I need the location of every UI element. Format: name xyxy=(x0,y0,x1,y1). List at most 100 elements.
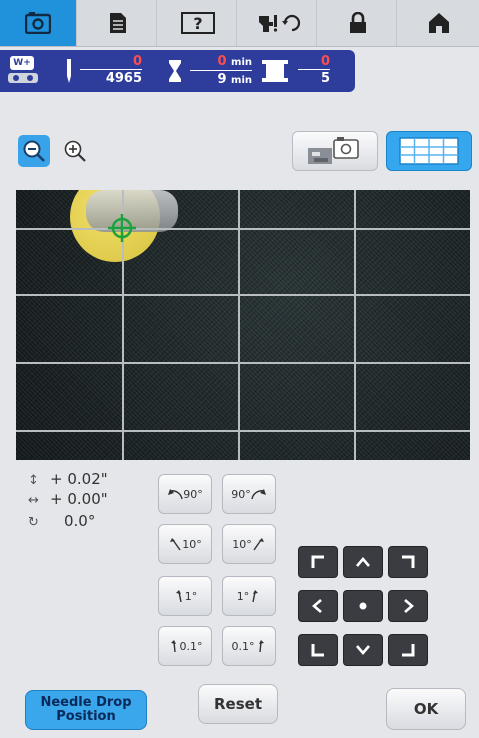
ok-button[interactable]: OK xyxy=(386,688,466,730)
rotate-cw-10-label: 10° xyxy=(232,537,252,551)
rotate-ccw-01-button[interactable]: 0.1° xyxy=(158,626,212,666)
thread-spool-icon xyxy=(262,60,288,82)
horizontal-arrows-icon: ↔ xyxy=(28,493,39,508)
corner-up-left-icon xyxy=(311,555,324,568)
camera-view[interactable] xyxy=(16,190,470,460)
camera-icon xyxy=(25,12,51,34)
chevron-right-icon xyxy=(404,599,414,613)
needle-crosshair-icon xyxy=(108,214,136,242)
needle-drop-label-line1: Needle Drop xyxy=(40,695,132,710)
grid-line xyxy=(16,228,470,230)
help-icon-label: ? xyxy=(193,13,203,33)
unit-badge-label: W+ xyxy=(10,56,34,70)
vertical-arrows-icon: ↕ xyxy=(28,473,39,488)
rotate-ccw-90-label: 90° xyxy=(183,487,203,501)
rotate-cw-icon xyxy=(253,538,264,551)
rotate-ccw-1-label: 1° xyxy=(184,589,198,603)
move-left-button[interactable] xyxy=(298,590,338,622)
rotate-cw-90-button[interactable]: 90° xyxy=(222,474,276,514)
rotation-value: 0.0° xyxy=(64,512,96,530)
grid-line xyxy=(16,294,470,296)
move-center-button[interactable] xyxy=(343,590,383,622)
status-bar: W+ 0 4965 0 min 9 min 0 5 xyxy=(0,50,355,92)
zoom-in-button[interactable] xyxy=(59,135,91,167)
grid-line xyxy=(16,362,470,364)
chevron-left-icon xyxy=(312,599,322,613)
move-right-button[interactable] xyxy=(388,590,428,622)
rotate-ccw-icon xyxy=(170,538,181,551)
grid-line xyxy=(16,430,470,432)
stitch-counter: 0 4965 xyxy=(80,54,142,87)
rotate-cw-icon xyxy=(252,590,259,603)
grid-toggle-button[interactable] xyxy=(386,131,472,171)
rotate-cw-10-button[interactable]: 10° xyxy=(222,524,276,564)
needle-icon xyxy=(67,59,71,83)
embroidery-unit-badge: W+ xyxy=(6,56,42,86)
color-counter: 0 5 xyxy=(298,54,330,87)
rotate-cw-01-label: 0.1° xyxy=(231,639,255,653)
settings-icon xyxy=(259,14,301,32)
rotate-cw-01-button[interactable]: 0.1° xyxy=(222,626,276,666)
chevron-down-icon xyxy=(356,645,370,655)
time-current: 0 xyxy=(217,54,227,69)
time-total-unit: min xyxy=(231,75,252,86)
tab-lock[interactable] xyxy=(320,0,397,46)
tab-settings[interactable] xyxy=(240,0,317,46)
help-icon: ? xyxy=(181,12,215,34)
corner-up-right-icon xyxy=(402,555,415,568)
tab-camera[interactable] xyxy=(0,0,77,46)
rotate-ccw-10-label: 10° xyxy=(182,537,202,551)
horizontal-offset-readout: ↔ + 0.00" xyxy=(28,490,108,508)
tab-document[interactable] xyxy=(80,0,157,46)
rotate-cw-90-label: 90° xyxy=(231,487,251,501)
time-counter: 0 min 9 min xyxy=(190,54,252,89)
rotate-cw-1-button[interactable]: 1° xyxy=(222,576,276,616)
rotate-ccw-1-button[interactable]: 1° xyxy=(158,576,212,616)
move-down-right-button[interactable] xyxy=(388,634,428,666)
rotate-ccw-90-button[interactable]: 90° xyxy=(158,474,212,514)
needle-drop-position-button[interactable]: Needle Drop Position xyxy=(25,690,147,730)
grid-line xyxy=(238,190,240,460)
horizontal-offset-value: + 0.00" xyxy=(50,490,108,508)
move-up-right-button[interactable] xyxy=(388,546,428,578)
zoom-in-icon xyxy=(64,140,86,162)
corner-down-left-icon xyxy=(311,644,324,657)
time-total: 9 xyxy=(217,72,227,87)
move-down-button[interactable] xyxy=(343,634,383,666)
color-current: 0 xyxy=(320,54,330,69)
move-up-left-button[interactable] xyxy=(298,546,338,578)
chevron-up-icon xyxy=(356,557,370,567)
rotate-ccw-icon xyxy=(175,590,182,603)
lock-icon xyxy=(350,12,366,33)
stitch-current: 0 xyxy=(132,54,142,69)
rotation-readout: ↻ 0.0° xyxy=(28,512,95,530)
rotate-ccw-10-button[interactable]: 10° xyxy=(158,524,212,564)
camera-scan-button[interactable] xyxy=(292,131,378,171)
color-total: 5 xyxy=(298,69,330,87)
rotate-ccw-icon xyxy=(170,640,176,653)
needle-drop-label-line2: Position xyxy=(56,709,116,724)
hoop-icon xyxy=(8,73,38,83)
move-up-button[interactable] xyxy=(343,546,383,578)
rotate-cw-1-label: 1° xyxy=(236,589,250,603)
time-current-unit: min xyxy=(231,57,252,68)
document-icon xyxy=(110,13,126,33)
reset-button[interactable]: Reset xyxy=(198,684,278,724)
tab-help[interactable]: ? xyxy=(160,0,237,46)
home-icon xyxy=(428,13,449,33)
rotation-icon: ↻ xyxy=(28,515,39,530)
vertical-offset-readout: ↕ + 0.02" xyxy=(28,470,108,488)
rotate-ccw-icon xyxy=(168,489,183,500)
hourglass-icon xyxy=(169,60,181,82)
center-dot-icon xyxy=(359,602,367,610)
zoom-out-button[interactable] xyxy=(18,135,50,167)
vertical-offset-value: + 0.02" xyxy=(50,470,108,488)
rotate-cw-icon xyxy=(258,640,264,653)
stitch-total: 4965 xyxy=(80,69,142,87)
move-down-left-button[interactable] xyxy=(298,634,338,666)
grid-icon xyxy=(399,137,459,165)
tab-home[interactable] xyxy=(400,0,477,46)
rotate-cw-icon xyxy=(251,489,266,500)
top-tab-bar: ? xyxy=(0,0,479,47)
rotate-ccw-01-label: 0.1° xyxy=(179,639,203,653)
